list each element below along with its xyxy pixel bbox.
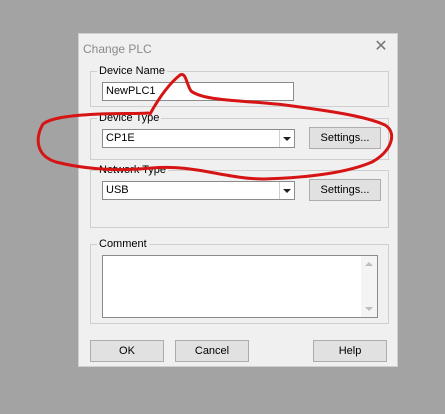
chevron-down-icon[interactable] [279, 130, 294, 147]
device-name-input[interactable]: NewPLC1 [102, 82, 294, 101]
device-name-label: Device Name [97, 64, 168, 78]
comment-textarea[interactable] [102, 255, 378, 318]
help-button[interactable]: Help [313, 340, 387, 362]
device-type-value: CP1E [106, 132, 135, 144]
cancel-button[interactable]: Cancel [175, 340, 249, 362]
ok-button[interactable]: OK [90, 340, 164, 362]
device-type-select[interactable]: CP1E [102, 129, 295, 148]
network-type-label: Network Type [97, 163, 169, 177]
device-name-group: Device Name NewPLC1 [90, 64, 389, 107]
device-type-group: Device Type CP1E Settings... [90, 111, 389, 160]
close-icon[interactable]: ✕ [373, 38, 389, 56]
scroll-down-icon[interactable] [365, 307, 373, 311]
comment-group: Comment [90, 237, 389, 324]
comment-label: Comment [97, 237, 149, 251]
scroll-up-icon[interactable] [365, 262, 373, 266]
chevron-down-icon[interactable] [279, 182, 294, 199]
network-type-settings-button[interactable]: Settings... [309, 179, 381, 201]
network-type-select[interactable]: USB [102, 181, 295, 200]
device-type-label: Device Type [97, 111, 162, 125]
network-type-value: USB [106, 184, 129, 196]
dialog-title: Change PLC [83, 42, 152, 56]
network-type-group: Network Type USB Settings... [90, 163, 389, 228]
change-plc-dialog: Change PLC ✕ Device Name NewPLC1 Device … [78, 33, 398, 367]
comment-scrollbar[interactable] [361, 256, 377, 317]
device-type-settings-button[interactable]: Settings... [309, 127, 381, 149]
